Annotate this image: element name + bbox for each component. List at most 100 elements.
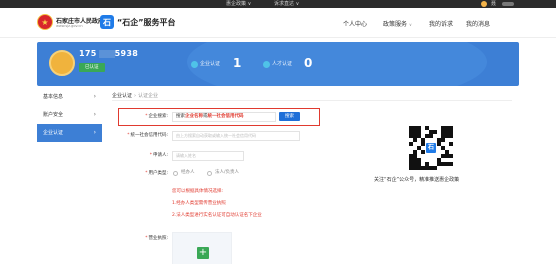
enterprise-auth-count: 1 (233, 56, 242, 70)
sidebar-item-account-security[interactable]: 账户安全 › (37, 106, 102, 124)
note-line-2: 1.经办人类型需传营业执照 (172, 201, 226, 206)
qr-module (449, 162, 453, 166)
qr-module (425, 126, 429, 130)
qr-module (441, 134, 445, 138)
qr-module (417, 126, 421, 130)
site-header: ★ 石家庄市人民政府 www.sjz.gov.cn 石 “石企”服务平台 个人中… (0, 8, 556, 38)
brand-logo-icon[interactable]: 石 (100, 15, 114, 29)
qr-module (409, 158, 413, 162)
qr-module (441, 138, 445, 142)
qr-module (413, 158, 417, 162)
credit-code-input[interactable]: 由上方搜索自动获取或输入统一社会信用代码 (172, 131, 300, 141)
license-label: *营业执照: (145, 236, 168, 241)
applicant-input[interactable]: 请输入姓名 (172, 151, 244, 161)
qr-module (409, 162, 413, 166)
credit-code-label: *统一社会信用代码: (127, 133, 168, 138)
qr-module (445, 162, 449, 166)
qr-module (425, 162, 429, 166)
qr-module (417, 130, 421, 134)
license-upload[interactable]: + (172, 232, 232, 264)
qr-module (421, 166, 425, 170)
note-line-3: 2.法人类型进行实名认证可自动认证名下企业 (172, 213, 262, 218)
qr-module (437, 142, 441, 146)
topbar-link-policy[interactable]: 惠企政策 ∨ (226, 0, 251, 8)
qr-module (413, 126, 417, 130)
sidebar-item-basic-info[interactable]: 基本信息 › (37, 88, 102, 106)
radio-handler-label[interactable]: 经办人 (181, 169, 195, 175)
qr-module (413, 130, 417, 134)
qr-module (441, 154, 445, 158)
sidebar: 基本信息 › 账户安全 › 企业认证 › (37, 88, 102, 142)
qr-module (413, 162, 417, 166)
brand-title[interactable]: “石企”服务平台 (117, 17, 176, 28)
qr-module (441, 126, 445, 130)
qr-module (413, 138, 417, 142)
enterprise-auth-label: 企业认证 (200, 61, 221, 67)
qr-module (409, 134, 413, 138)
search-button[interactable]: 搜索 (279, 112, 300, 121)
qr-module (449, 154, 453, 158)
gov-url: www.sjz.gov.cn (56, 24, 83, 28)
topbar-username-blurred (502, 2, 514, 6)
qr-module (441, 162, 445, 166)
breadcrumb-current: 认证企业 (138, 93, 159, 99)
qr-module (409, 130, 413, 134)
user-banner: 175 5938 已认证 企业认证 1 人才认证 0 (37, 42, 519, 86)
divider (112, 100, 512, 101)
user-type-label: *用户类型: (145, 171, 168, 176)
qr-module (409, 126, 413, 130)
sidebar-item-enterprise-auth[interactable]: 企业认证 › (37, 124, 102, 142)
qr-module (449, 134, 453, 138)
qr-module (425, 166, 429, 170)
qr-module (421, 138, 425, 142)
qr-module (445, 154, 449, 158)
qr-module (417, 166, 421, 170)
top-bar: 惠企政策 ∨ 诉求直达 ∨ 聂 (0, 0, 556, 8)
qr-module (441, 146, 445, 150)
topbar-username[interactable]: 聂 (491, 0, 496, 8)
radio-legal-person[interactable] (207, 171, 212, 176)
qr-module (445, 126, 449, 130)
upload-plus-icon: + (197, 247, 209, 259)
note-line-1: 您可以根据具体情况选择: (172, 189, 224, 194)
nav-my-appeals[interactable]: 我的诉求 (429, 19, 453, 28)
qr-module (433, 130, 437, 134)
qr-module (449, 126, 453, 130)
qr-module (433, 166, 437, 170)
qr-module (441, 130, 445, 134)
qr-module (413, 166, 417, 170)
qr-module (417, 158, 421, 162)
qr-logo-icon: 石 (425, 142, 437, 154)
qr-module (429, 166, 433, 170)
qr-module (409, 166, 413, 170)
radio-handler[interactable] (173, 171, 178, 176)
enterprise-search-input[interactable]: 搜索企业名称或统一社会信用代码 (172, 112, 276, 122)
emblem-icon: ★ (37, 14, 53, 30)
nav-my-messages[interactable]: 我的消息 (466, 19, 490, 28)
chevron-down-icon: ∨ (409, 22, 412, 27)
qr-module (449, 130, 453, 134)
topbar-link-appeal[interactable]: 诉求直达 ∨ (274, 0, 299, 8)
talent-icon (263, 61, 270, 68)
qr-module (413, 134, 417, 138)
breadcrumb-root[interactable]: 企业认证 (112, 93, 132, 99)
talent-auth-count: 0 (304, 56, 313, 70)
avatar-icon (49, 50, 75, 76)
qr-module (437, 138, 441, 142)
qr-module (409, 154, 413, 158)
applicant-label: *申请人: (149, 153, 168, 158)
qr-module (437, 162, 441, 166)
qr-module (413, 154, 417, 158)
chevron-right-icon: › (93, 111, 96, 118)
qr-module (417, 162, 421, 166)
qr-module (445, 134, 449, 138)
topbar-avatar-icon[interactable] (481, 1, 487, 7)
qr-module (425, 134, 429, 138)
radio-legal-person-label[interactable]: 法人/负责人 (215, 169, 239, 175)
chevron-right-icon: › (93, 129, 96, 136)
nav-personal-center[interactable]: 个人中心 (343, 19, 367, 28)
nav-policy-service[interactable]: 政策服务 ∨ (383, 19, 412, 28)
qr-caption: 关注“石企”公众号，精准推送惠企政策 (374, 177, 460, 183)
qr-module (445, 130, 449, 134)
qr-module (429, 134, 433, 138)
